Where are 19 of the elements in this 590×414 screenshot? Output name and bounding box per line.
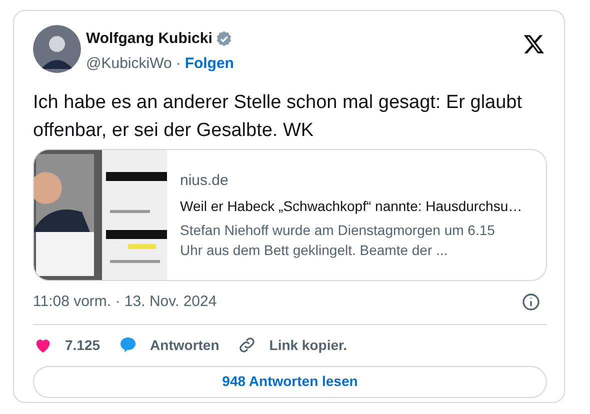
separator-dot: · bbox=[176, 54, 181, 74]
link-description: Stefan Niehoff wurde am Dienstagmorgen um 6.15 Uhr aus dem Bett geklingelt. Beamte der ... bbox=[180, 220, 496, 260]
link-preview-card[interactable]: nius.de Weil er Habeck „Schwachkopf“ nannte: Hausdurchsu… Stefan Niehoff wurde am Dienstagmorgen um 6.15 Uhr aus dem Bett geklingelt. Beamte der ... bbox=[33, 149, 547, 281]
link-title: Weil er Habeck „Schwachkopf“ nannte: Hausdurchsu… bbox=[180, 196, 522, 216]
follow-link[interactable]: Folgen bbox=[184, 52, 234, 75]
copy-action[interactable]: Link kopier. bbox=[237, 334, 348, 356]
info-icon[interactable] bbox=[521, 292, 541, 312]
x-logo-icon[interactable] bbox=[523, 33, 545, 55]
link-source: nius.de bbox=[180, 171, 230, 191]
speech-bubble-icon bbox=[118, 335, 138, 355]
link-icon bbox=[237, 335, 258, 355]
timestamp[interactable]: 11:08 vorm. · 13. Nov. 2024 bbox=[33, 291, 217, 314]
like-action[interactable]: 7.125 bbox=[33, 334, 100, 356]
reply-action[interactable]: Antworten bbox=[118, 334, 220, 356]
avatar bbox=[33, 25, 81, 73]
tweet-text: Ich habe es an anderer Stelle schon mal gesagt: Er glaubt offenbar, er sei der Gesalbte. WK bbox=[33, 91, 524, 143]
author-name[interactable]: Wolfgang Kubicki bbox=[86, 28, 212, 50]
read-replies-button[interactable]: 948 Antworten lesen bbox=[33, 366, 547, 398]
author-handle[interactable]: @KubickiWo bbox=[86, 52, 172, 75]
